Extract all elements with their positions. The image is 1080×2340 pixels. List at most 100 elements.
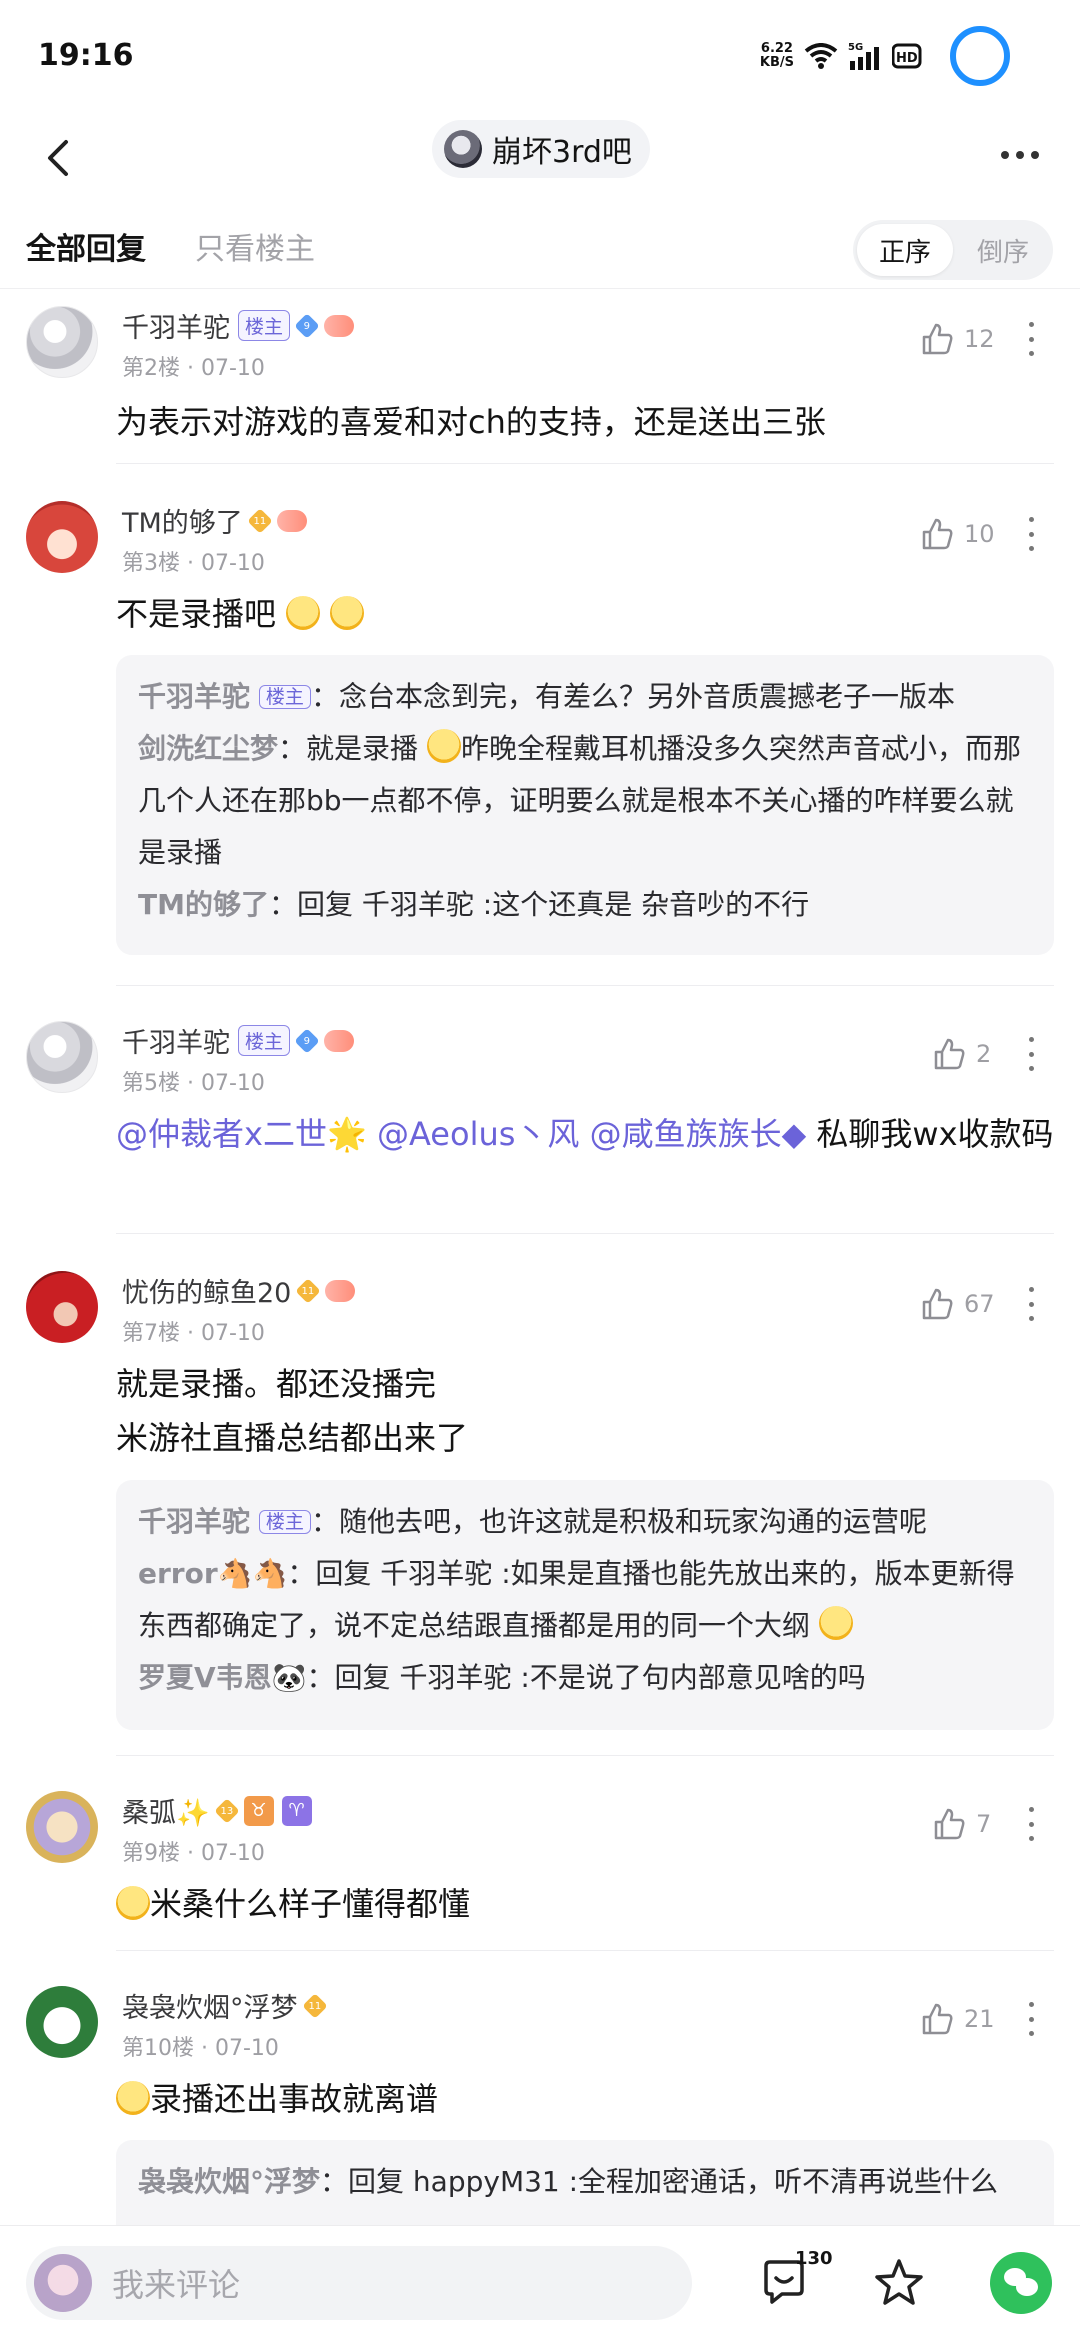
like-count: 12 (964, 325, 995, 353)
post-text: 录播还出事故就离谱 (150, 2080, 439, 2118)
like-button[interactable]: 2 (932, 1037, 991, 1071)
forum-avatar (444, 130, 482, 168)
like-button[interactable]: 12 (920, 322, 995, 356)
sub-reply-text: ：回复 千羽羊驼 :这个还真是 杂音吵的不行 (268, 888, 810, 921)
sub-reply-author[interactable]: error🐴🐴 (138, 1557, 287, 1590)
more-menu-icon[interactable] (990, 130, 1050, 180)
network-speed-unit: KB/S (759, 55, 794, 70)
like-button[interactable]: 7 (932, 1807, 991, 1841)
sub-replies[interactable]: 千羽羊驼 楼主 ：随他去吧，也许这就是积极和玩家沟通的运营呢 error🐴🐴 ：回复… (116, 1480, 1054, 1730)
smile-emoji-icon (818, 1606, 853, 1640)
post-text: 米桑什么样子懂得都懂 (150, 1885, 471, 1923)
like-button[interactable]: 21 (920, 2002, 995, 2036)
sub-reply-author[interactable]: 千羽羊驼 (138, 680, 250, 713)
sub-reply-author[interactable]: 千羽羊驼 (138, 1505, 250, 1538)
sub-reply-text: ：回复 千羽羊驼 :不是说了句内部意见啥的吗 (306, 1661, 866, 1694)
thumbs-up-icon (934, 1808, 965, 1840)
decoration-icon (324, 314, 355, 337)
sub-reply: 千羽羊驼 楼主 ：随他去吧，也许这就是积极和玩家沟通的运营呢 (138, 1496, 1032, 1548)
author-name[interactable]: 忧伤的鲸鱼20 (122, 1271, 291, 1310)
post-divider (116, 463, 1054, 464)
op-badge: 楼主 (238, 1025, 291, 1056)
post-meta: 第10楼 · 07-10 (122, 2036, 279, 2061)
post-menu-icon[interactable] (1025, 2002, 1037, 2036)
thumbs-up-icon (922, 2003, 953, 2035)
decoration-icon (324, 1029, 355, 1052)
tab-op-only[interactable]: 只看楼主 (195, 224, 315, 268)
like-count: 67 (964, 1290, 995, 1318)
post-author: 千羽羊驼 楼主 9 (122, 306, 355, 345)
laugh-emoji-icon (116, 2081, 150, 2115)
mention-link[interactable]: @咸鱼族族长◆ (590, 1115, 807, 1153)
level-value: 9 (303, 1035, 311, 1046)
status-icons: 6.22 KB/S 5G HD (760, 26, 1010, 86)
grin-emoji-icon (116, 1886, 150, 1920)
sub-reply: 千羽羊驼 楼主 ：念台本念到完，有差么？另外音质震撼老子一版本 (138, 671, 1032, 723)
sort-desc-button[interactable]: 倒序 (957, 224, 1049, 276)
signal-icon: 5G (848, 42, 879, 70)
avatar[interactable] (26, 1021, 98, 1093)
post-content: 为表示对游戏的喜爱和对ch的支持，还是送出三张 (116, 403, 826, 441)
back-arrow-icon[interactable] (30, 128, 90, 188)
avatar[interactable] (26, 306, 98, 378)
post-author: 袅袅炊烟°浮梦 11 (122, 1986, 328, 2025)
sort-asc-button[interactable]: 正序 (857, 224, 953, 276)
user-avatar (34, 2254, 92, 2312)
post-author: 桑弧✨ 13 ♉ ♈ (122, 1791, 312, 1830)
post-menu-icon[interactable] (1025, 1037, 1037, 1071)
like-button[interactable]: 10 (920, 517, 995, 551)
wechat-share-icon[interactable] (990, 2252, 1052, 2314)
thumbs-up-icon (922, 1288, 953, 1320)
post-content: 录播还出事故就离谱 (116, 2072, 1056, 2126)
author-name[interactable]: 袅袅炊烟°浮梦 (122, 1986, 298, 2025)
post-meta: 第2楼 · 07-10 (122, 356, 265, 381)
post-meta: 第7楼 · 07-10 (122, 1321, 265, 1346)
sub-replies[interactable]: 千羽羊驼 楼主 ：念台本念到完，有差么？另外音质震撼老子一版本 剑洗红尘梦：就是录… (116, 655, 1054, 955)
post-menu-icon[interactable] (1025, 1807, 1037, 1841)
sub-reply-text: ：随他去吧，也许这就是积极和玩家沟通的运营呢 (310, 1505, 927, 1538)
tab-all-replies[interactable]: 全部回复 (26, 224, 146, 268)
level-value: 13 (220, 1804, 233, 1816)
author-name[interactable]: 千羽羊驼 (122, 1021, 230, 1060)
level-badge-icon: 11 (301, 1992, 328, 2019)
forum-pill[interactable]: 崩坏3rd吧 (432, 120, 650, 178)
decoration-icon (276, 509, 307, 532)
sub-reply-author[interactable]: 袅袅炊烟°浮梦 (138, 2165, 320, 2198)
avatar[interactable] (26, 1271, 98, 1343)
post-menu-icon[interactable] (1025, 1287, 1037, 1321)
author-name[interactable]: 桑弧✨ (122, 1791, 210, 1830)
post-text-line: 就是录播。都还没播完 (116, 1365, 437, 1403)
nav-bar: 崩坏3rd吧 (0, 110, 1080, 220)
status-time: 19:16 (38, 38, 134, 73)
level-value: 11 (301, 1284, 315, 1296)
post-author: 忧伤的鲸鱼20 11 (122, 1271, 356, 1310)
post-content: 不是录播吧 (116, 587, 1056, 641)
network-speed-value: 6.22 (760, 41, 793, 56)
network-speed: 6.22 KB/S (760, 42, 794, 70)
like-button[interactable]: 67 (920, 1287, 995, 1321)
mention-link[interactable]: @Aeolus丶风 (377, 1115, 579, 1153)
level-value: 9 (303, 320, 311, 331)
author-name[interactable]: TM的够了 (122, 501, 243, 540)
comment-placeholder: 我来评论 (112, 2266, 241, 2304)
post-menu-icon[interactable] (1025, 517, 1037, 551)
sub-reply-author[interactable]: 罗夏V韦恩🐼 (138, 1661, 307, 1694)
sub-reply-author[interactable]: 剑洗红尘梦 (138, 732, 278, 765)
mention-link[interactable]: @仲裁者x二世🌟 (116, 1115, 367, 1153)
sub-reply-author[interactable]: TM的够了 (138, 888, 269, 921)
sub-reply: 袅袅炊烟°浮梦：回复 happyM31 :全程加密通话，听不清再说些什么 (138, 2156, 1032, 2208)
level-badge-icon: 9 (294, 1027, 320, 1054)
post-menu-icon[interactable] (1025, 322, 1037, 356)
star-icon[interactable] (872, 2256, 926, 2310)
like-count: 21 (964, 2005, 995, 2033)
level-value: 11 (308, 1999, 321, 2011)
author-name[interactable]: 千羽羊驼 (122, 306, 230, 345)
post-author: 千羽羊驼 楼主 9 (122, 1021, 355, 1060)
comment-input[interactable]: 我来评论 (26, 2246, 692, 2320)
avatar[interactable] (26, 501, 98, 573)
like-count: 7 (976, 1810, 992, 1838)
avatar[interactable] (26, 1791, 98, 1863)
wifi-icon (804, 43, 838, 69)
avatar[interactable] (26, 1986, 98, 2058)
post-author: TM的够了 11 (122, 501, 307, 540)
